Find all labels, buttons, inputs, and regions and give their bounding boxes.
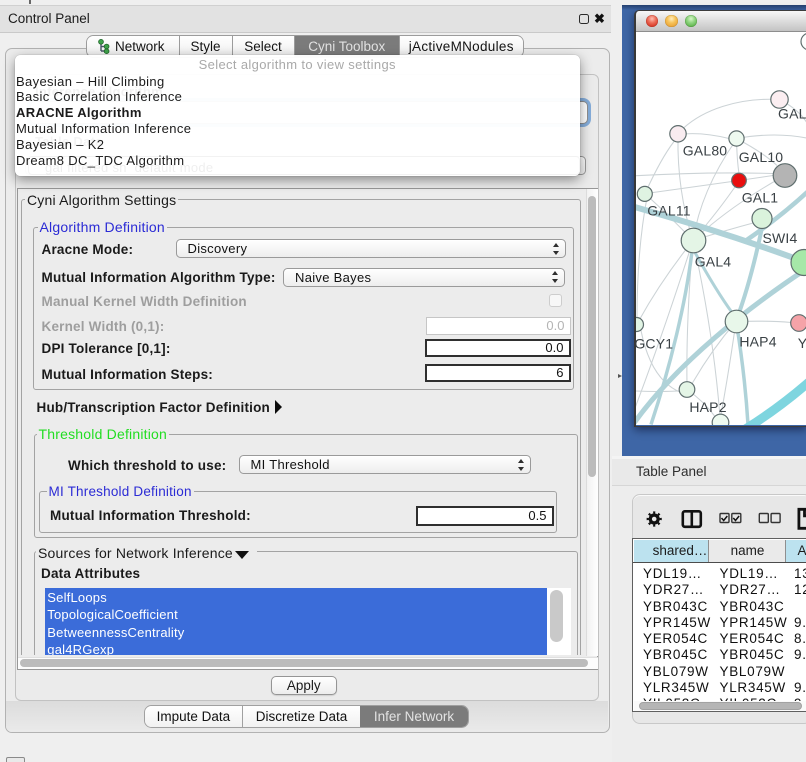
svg-text:GAL4: GAL4 [694, 254, 731, 270]
svg-text:GAL10: GAL10 [738, 149, 783, 165]
svg-text:SWI4: SWI4 [762, 230, 797, 246]
svg-text:Y: Y [797, 335, 806, 351]
svg-text:GAL1: GAL1 [741, 190, 778, 206]
svg-text:GAL80: GAL80 [682, 143, 727, 159]
svg-text:GAL2: GAL2 [778, 106, 806, 122]
svg-text:HAP2: HAP2 [689, 399, 726, 415]
svg-text:GAL11: GAL11 [647, 203, 691, 219]
svg-text:GCY1: GCY1 [636, 336, 673, 352]
svg-text:HAP4: HAP4 [739, 334, 776, 350]
